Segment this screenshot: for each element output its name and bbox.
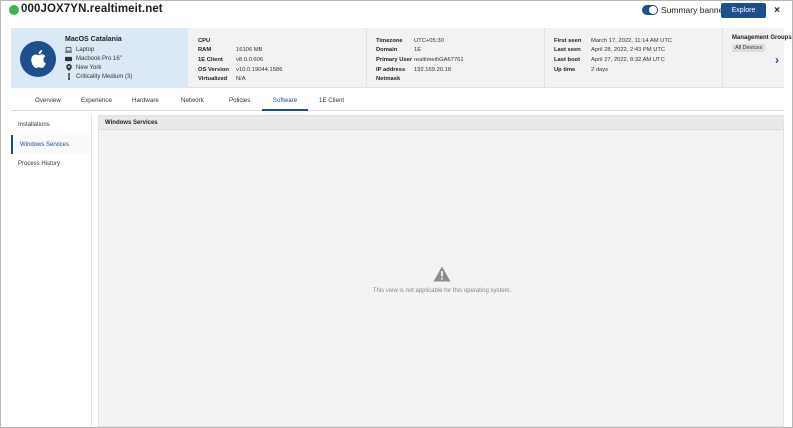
summary-banner: MacOS Catalania Laptop Macbook Pro 16" N…: [11, 28, 792, 88]
kv-value: N/A: [236, 76, 246, 83]
hardware-info: CPU RAM 16106 MB 1E Client v8.0.0.606 OS V…: [198, 36, 282, 84]
network-info: Timezone UTC+05:30 Domain 1E Primary User r…: [376, 36, 464, 84]
kv-key: CPU: [198, 37, 211, 44]
criticality-icon: [65, 73, 72, 80]
kv-client: 1E Client v8.0.0.606: [198, 55, 282, 65]
window-header: 000JOX7YN.realtimeit.net Summary banner …: [1, 1, 792, 21]
tab-1e-client[interactable]: 1E Client: [319, 97, 344, 111]
laptop-icon: [65, 46, 72, 53]
summary-banner-toggle[interactable]: [642, 5, 658, 15]
kv-key: Netmask: [376, 76, 401, 83]
kv-last-boot: Last boot April 27, 2022, 8:32 AM UTC: [554, 55, 672, 65]
kv-key: Domain: [376, 47, 398, 54]
tab-hardware[interactable]: Hardware: [132, 97, 159, 111]
kv-value: 16106 MB: [236, 47, 263, 54]
kv-value: March 17, 2022, 11:14 AM UTC: [591, 37, 673, 44]
kv-key: RAM: [198, 47, 212, 54]
nav-divider: [91, 115, 92, 427]
nav-process-history[interactable]: Process History: [11, 154, 91, 173]
kv-ram: RAM 16106 MB: [198, 46, 282, 56]
device-location: New York: [76, 64, 102, 71]
tab-network[interactable]: Network: [181, 97, 204, 111]
kv-value: 1E: [414, 47, 422, 54]
kv-netmask: Netmask: [376, 74, 464, 84]
kv-value: v8.0.0.606: [236, 56, 264, 63]
kv-key: Last seen: [554, 47, 581, 54]
kv-key: 1E Client: [198, 56, 223, 63]
device-type: Laptop: [76, 46, 95, 53]
tab-policies[interactable]: Policies: [229, 97, 250, 111]
chevron-right-icon[interactable]: ›: [775, 53, 779, 67]
kv-domain: Domain 1E: [376, 46, 464, 56]
warning-icon: [433, 266, 451, 282]
windows-services-panel: Windows Services This view is not applic…: [98, 115, 784, 427]
device-title: 000JOX7YN.realtimeit.net: [21, 3, 163, 15]
software-subnav: Installations Windows Services Process H…: [11, 115, 91, 425]
kv-first-seen: First seen March 17, 2022, 11:14 AM UTC: [554, 36, 672, 46]
kv-value: April 27, 2022, 8:32 AM UTC: [591, 56, 665, 63]
device-type-row: Laptop: [65, 46, 94, 53]
kv-key: Primary User: [376, 56, 413, 63]
time-info: First seen March 17, 2022, 11:14 AM UTC L…: [554, 36, 672, 74]
close-icon[interactable]: ×: [770, 4, 784, 17]
kv-virtualized: Virtualized N/A: [198, 74, 282, 84]
kv-value: April 28, 2022, 2:43 PM UTC: [591, 47, 666, 54]
kv-timezone: Timezone UTC+05:30: [376, 36, 464, 46]
device-card: MacOS Catalania Laptop Macbook Pro 16" N…: [11, 28, 188, 88]
kv-value: 2 days: [591, 66, 609, 73]
device-name: MacOS Catalania: [65, 36, 122, 43]
kv-value: realtimeit\GA67761: [414, 56, 464, 63]
column-divider: [366, 28, 367, 88]
device-model-row: Macbook Pro 16": [65, 55, 122, 62]
kv-key: IP address: [376, 66, 406, 73]
location-pin-icon: [65, 64, 72, 71]
management-groups-label: Management Groups: [732, 35, 792, 41]
apple-icon: [20, 41, 56, 77]
kv-key: Virtualized: [198, 76, 228, 83]
kv-ip-address: IP address 192.169.20.18: [376, 65, 464, 75]
kv-value: 192.169.20.18: [414, 66, 452, 73]
column-divider: [722, 28, 723, 88]
model-icon: [65, 55, 72, 62]
device-criticality-row: Criticality Medium (3): [65, 73, 132, 80]
kv-cpu: CPU: [198, 36, 282, 46]
explore-button[interactable]: Explore: [721, 3, 766, 18]
kv-key: First seen: [554, 37, 582, 44]
management-group-badge[interactable]: All Devices: [732, 44, 766, 52]
kv-value: v10.0.19044.1586: [236, 66, 283, 73]
device-detail-window: 000JOX7YN.realtimeit.net Summary banner …: [0, 0, 793, 428]
tab-software[interactable]: Software: [262, 97, 308, 111]
tab-bar: Overview Experience Hardware Network Pol…: [11, 94, 784, 111]
kv-key: Last boot: [554, 56, 581, 63]
device-criticality: Criticality Medium (3): [76, 73, 133, 80]
device-model: Macbook Pro 16": [76, 55, 122, 62]
kv-last-seen: Last seen April 28, 2022, 2:43 PM UTC: [554, 46, 672, 56]
status-indicator: [9, 5, 19, 15]
nav-installations[interactable]: Installations: [11, 115, 91, 134]
kv-key: Timezone: [376, 37, 403, 44]
kv-key: Up time: [554, 66, 576, 73]
nav-windows-services[interactable]: Windows Services: [11, 135, 91, 154]
not-applicable-message: This view is not applicable for this ope…: [372, 288, 512, 294]
kv-os-version: OS Version v10.0.19044.1586: [198, 65, 282, 75]
kv-key: OS Version: [198, 66, 229, 73]
panel-title: Windows Services: [99, 116, 783, 130]
tab-overview[interactable]: Overview: [35, 97, 61, 111]
column-divider: [544, 28, 545, 88]
kv-primary-user: Primary User realtimeit\GA67761: [376, 55, 464, 65]
kv-up-time: Up time 2 days: [554, 65, 672, 75]
device-location-row: New York: [65, 64, 101, 71]
summary-banner-label: Summary banner: [661, 5, 727, 15]
kv-value: UTC+05:30: [414, 37, 444, 44]
tab-experience[interactable]: Experience: [81, 97, 112, 111]
